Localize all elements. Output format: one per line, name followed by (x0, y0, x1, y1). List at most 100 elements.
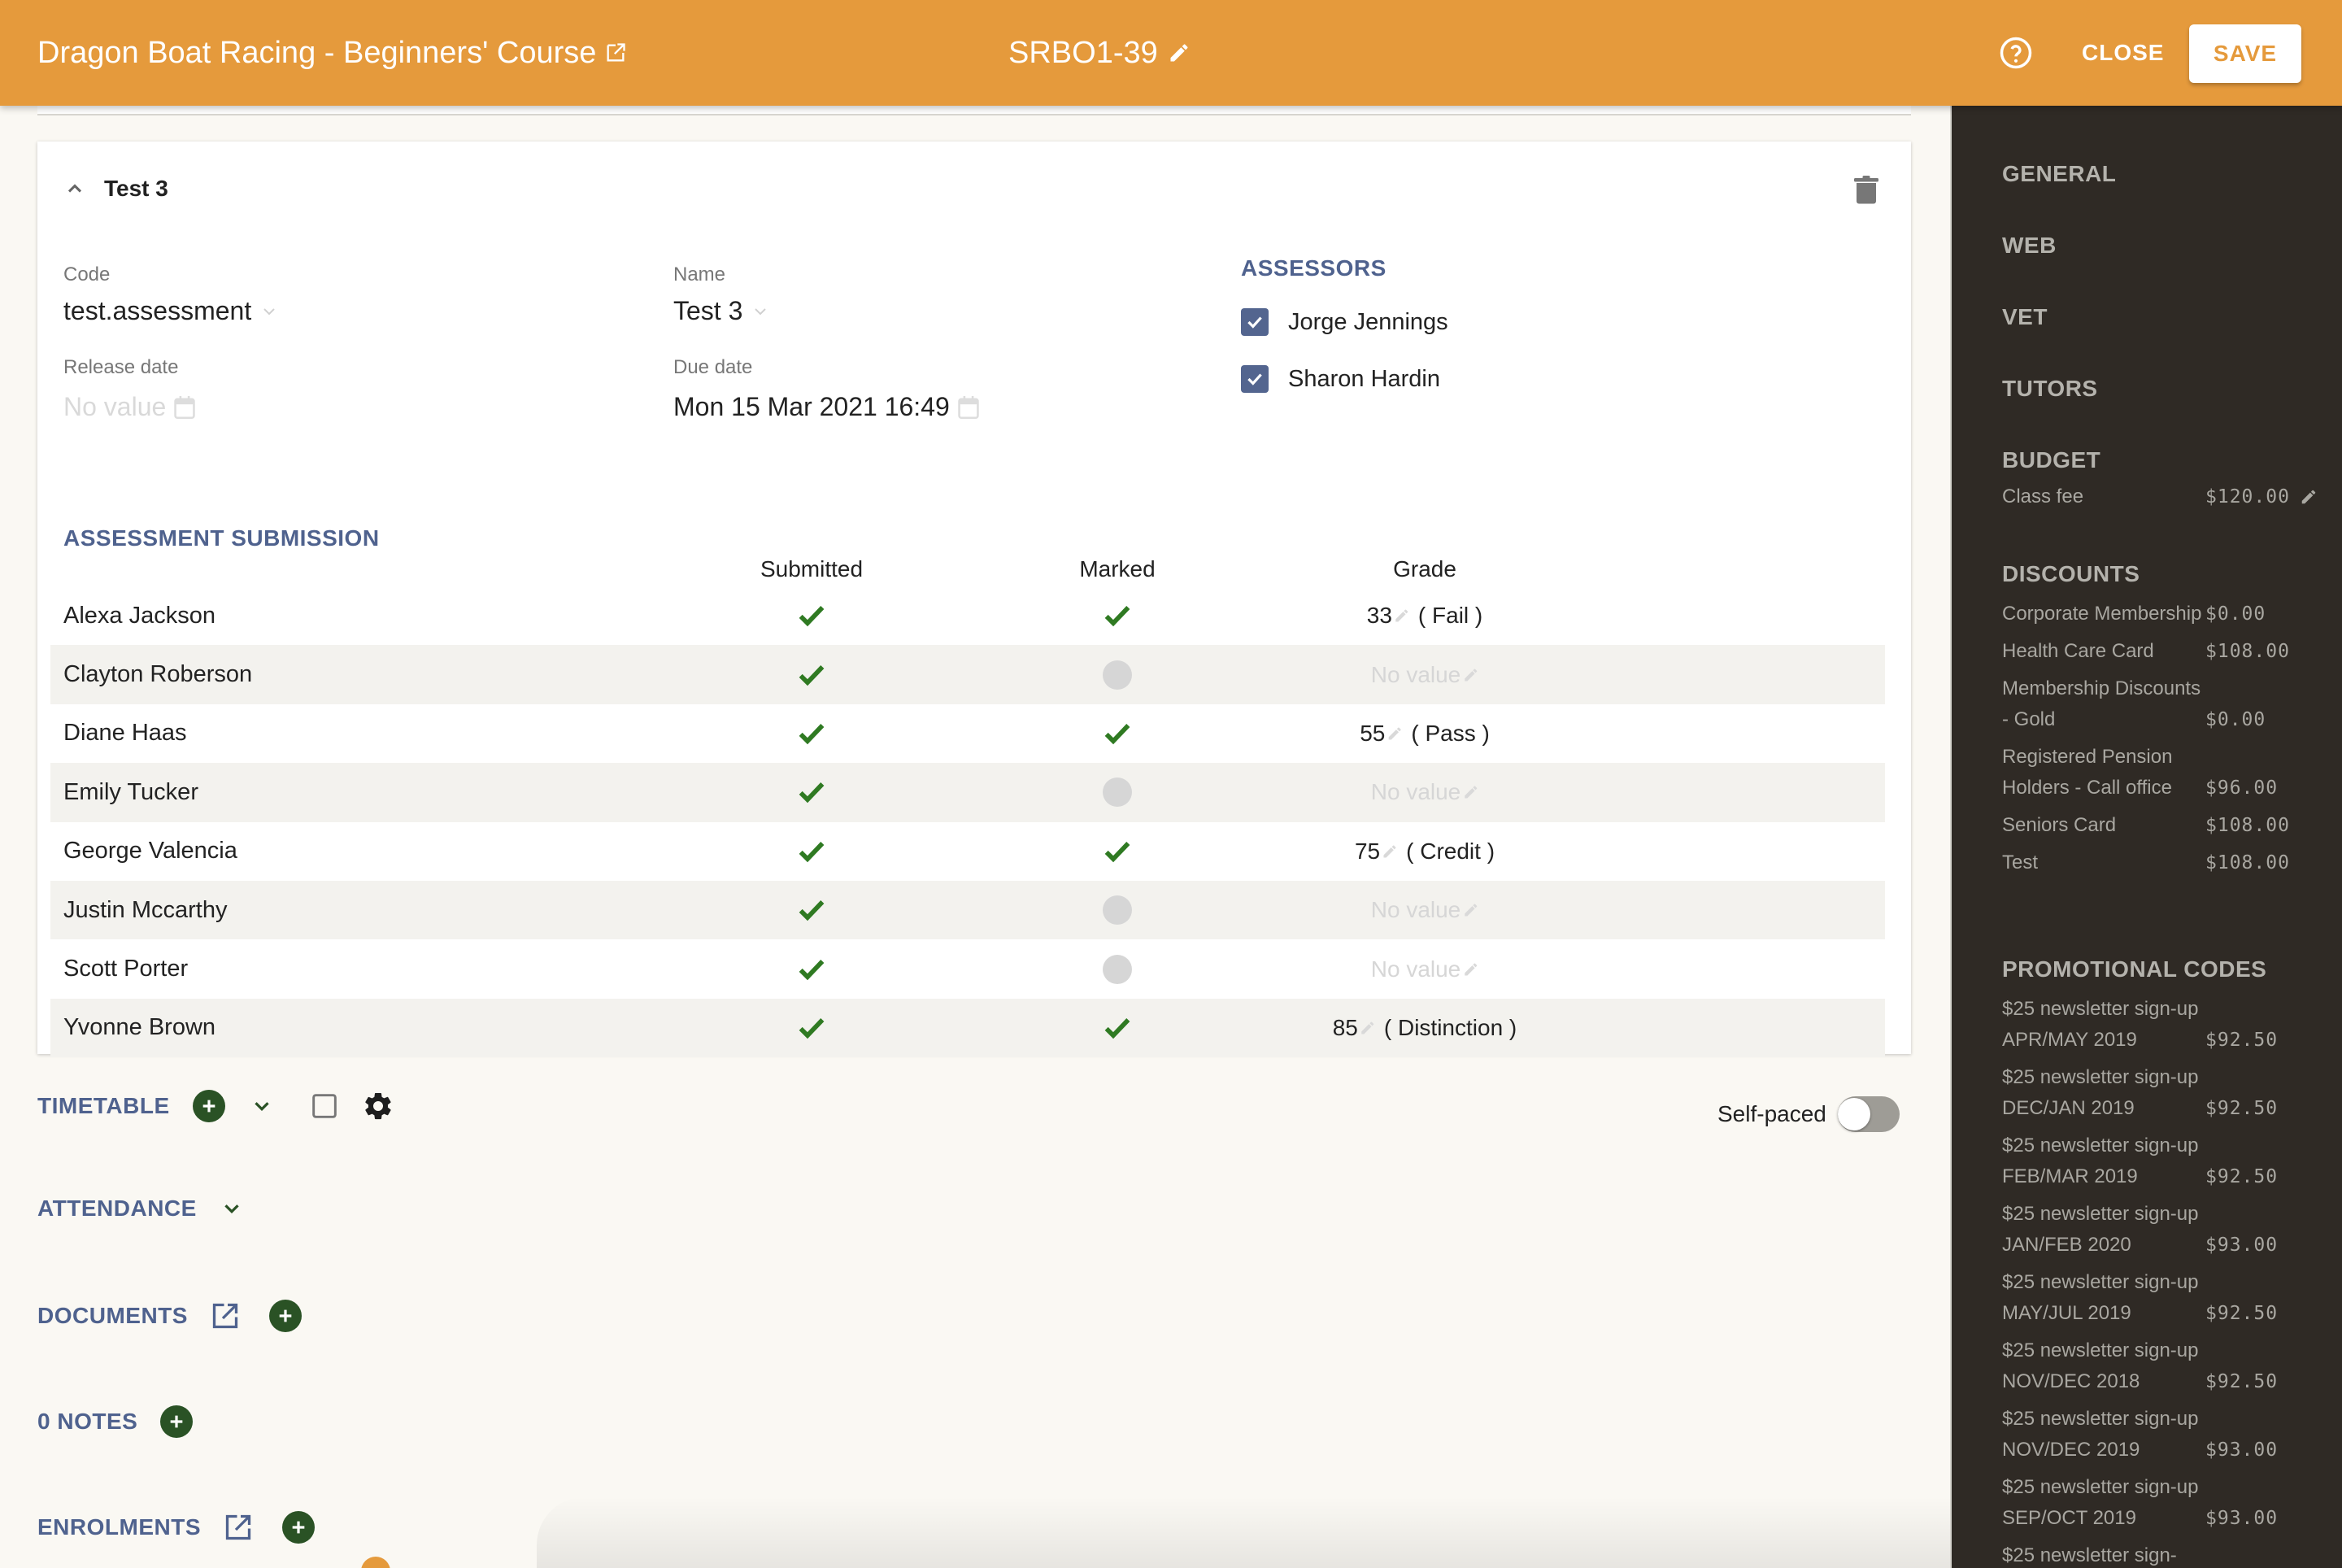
pencil-icon[interactable] (1462, 902, 1478, 918)
sidebar: GENERAL WEB VET TUTORS BUDGET Class fee … (1950, 106, 2342, 1568)
check-icon (799, 841, 825, 862)
promo-code-item: $25 newsletter sign-up MAY/JUL 2019 $92.5… (2002, 1267, 2327, 1329)
add-enrolment-button[interactable] (282, 1511, 315, 1544)
sidebar-item-budget[interactable]: BUDGET (2002, 447, 2100, 473)
check-icon (799, 782, 825, 804)
pencil-icon[interactable] (2300, 488, 2318, 506)
self-paced-toggle[interactable] (1837, 1096, 1900, 1132)
pencil-icon[interactable] (1386, 725, 1403, 742)
sidebar-item-general[interactable]: GENERAL (2002, 161, 2116, 187)
submitted-cell[interactable] (795, 704, 828, 763)
release-date-label: Release date (63, 356, 179, 378)
check-icon (799, 900, 825, 921)
floating-action-button[interactable] (361, 1557, 390, 1568)
grade-cell[interactable]: No value (1371, 645, 1479, 703)
chevron-down-icon (254, 1102, 269, 1112)
open-enrolments-button[interactable] (224, 1513, 253, 1542)
course-title-link[interactable]: Dragon Boat Racing - Beginners' Course (37, 0, 627, 106)
pencil-icon[interactable] (1382, 843, 1398, 860)
assessor-checkbox[interactable] (1241, 308, 1269, 336)
submitted-cell[interactable] (795, 881, 828, 939)
grade-result: ( Distinction ) (1383, 1014, 1517, 1040)
grade-value: No value (1370, 661, 1461, 687)
add-timetable-button[interactable] (192, 1090, 225, 1122)
pencil-icon[interactable] (1360, 1020, 1376, 1036)
discount-item-name: Seniors Card (2002, 814, 2117, 836)
add-document-button[interactable] (268, 1300, 302, 1332)
submitted-cell[interactable] (795, 586, 828, 645)
app-header: Dragon Boat Racing - Beginners' Course S… (0, 0, 2342, 106)
close-button[interactable]: CLOSE (2082, 31, 2164, 75)
class-code-edit[interactable]: SRBO1-39 (1008, 0, 1191, 106)
code-select[interactable]: test.assessment (63, 296, 279, 326)
add-note-button[interactable] (160, 1405, 194, 1438)
promo-codes-list: $25 newsletter sign-up APR/MAY 2019 $92.5… (2002, 994, 2327, 1568)
marked-cell[interactable] (1103, 881, 1132, 939)
student-name: Scott Porter (63, 956, 189, 982)
marked-cell[interactable] (1103, 939, 1132, 998)
plus-icon (202, 1100, 215, 1113)
name-label: Name (673, 264, 726, 285)
pencil-icon[interactable] (1394, 608, 1410, 624)
help-circle-icon[interactable] (1999, 36, 2033, 70)
grade-cell[interactable]: 85 ( Distinction ) (1333, 999, 1517, 1057)
assessors-title: ASSESSORS (1241, 255, 1386, 281)
table-row: Justin Mccarthy No value (50, 880, 1885, 940)
grade-cell[interactable]: 33 ( Fail ) (1367, 586, 1482, 645)
marked-cell[interactable] (1103, 763, 1132, 821)
grade-value-group: 85 ( Distinction ) (1333, 1015, 1517, 1041)
assessor-item[interactable]: Sharon Hardin (1241, 363, 1448, 395)
expand-attendance-button[interactable] (220, 1196, 244, 1221)
scroll-shadow (537, 1496, 1950, 1568)
promo-code-item-name: $25 newsletter sign-up APR/MAY 2019 (2002, 998, 2199, 1051)
discount-item-amount: $96.00 (2205, 777, 2279, 799)
release-date-field[interactable]: No value (63, 392, 196, 422)
grade-value-group: No value (1371, 662, 1479, 688)
name-select[interactable]: Test 3 (673, 296, 770, 326)
submitted-cell[interactable] (795, 939, 828, 998)
marked-cell[interactable] (1101, 822, 1134, 881)
grade-cell[interactable]: No value (1371, 763, 1479, 821)
grade-result: ( Pass ) (1411, 720, 1490, 746)
promo-code-item-name: $25 newsletter sign-up NOV/DEC 2019 (2002, 1408, 2199, 1461)
sidebar-item-web[interactable]: WEB (2002, 233, 2057, 259)
trash-icon[interactable] (1854, 176, 1878, 205)
marked-cell[interactable] (1101, 704, 1134, 763)
marked-cell[interactable] (1103, 645, 1132, 703)
assessment-card-header[interactable]: Test 3 (63, 176, 168, 202)
submitted-cell[interactable] (795, 645, 828, 703)
grade-value: 85 (1332, 1014, 1358, 1040)
submitted-cell[interactable] (795, 999, 828, 1057)
promo-code-item: $25 newsletter sign-up APR/MAY 2019 $92.5… (2002, 994, 2327, 1056)
calendar-icon (174, 395, 196, 419)
timetable-settings-button[interactable] (362, 1090, 394, 1122)
pencil-icon[interactable] (1462, 784, 1478, 800)
chevron-up-icon[interactable] (63, 177, 86, 200)
marked-cell[interactable] (1101, 999, 1134, 1057)
sidebar-item-vet[interactable]: VET (2002, 304, 2048, 330)
save-button[interactable]: SAVE (2189, 24, 2301, 83)
timetable-checkbox[interactable] (311, 1093, 337, 1119)
marked-cell[interactable] (1101, 586, 1134, 645)
submitted-cell[interactable] (795, 763, 828, 821)
promo-code-item-amount: $93.00 (2205, 1508, 2279, 1529)
enrolments-section: ENROLMENTS (37, 1511, 315, 1544)
chevron-down-icon (224, 1204, 239, 1214)
sidebar-item-tutors[interactable]: TUTORS (2002, 376, 2098, 402)
open-documents-button[interactable] (211, 1301, 240, 1331)
grade-cell[interactable]: 75 ( Credit ) (1355, 822, 1495, 881)
due-date-field[interactable]: Mon 15 Mar 2021 16:49 (673, 392, 979, 422)
grade-value-group: 33 ( Fail ) (1367, 603, 1482, 629)
pencil-icon[interactable] (1462, 961, 1478, 978)
table-row: Clayton Roberson No value (50, 645, 1885, 704)
assessor-item[interactable]: Jorge Jennings (1241, 306, 1448, 338)
grade-cell[interactable]: 55 ( Pass ) (1360, 704, 1490, 763)
release-date-value: No value (63, 392, 167, 421)
assessor-checkbox[interactable] (1241, 365, 1269, 393)
expand-timetable-button[interactable] (250, 1094, 274, 1118)
grade-cell[interactable]: No value (1371, 881, 1479, 939)
timetable-section: TIMETABLE (37, 1090, 394, 1122)
grade-cell[interactable]: No value (1371, 939, 1479, 998)
submitted-cell[interactable] (795, 822, 828, 881)
pencil-icon[interactable] (1462, 667, 1478, 683)
